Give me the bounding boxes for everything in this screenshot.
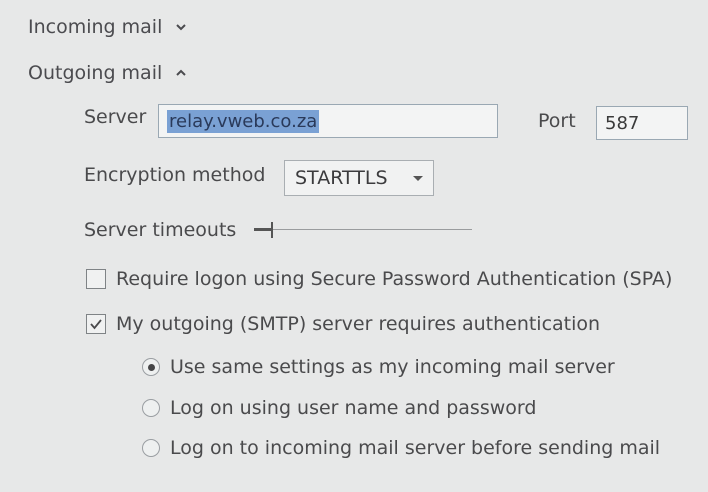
radio-logon-incoming-label: Log on to incoming mail server before se…: [170, 437, 661, 459]
radio-logon-incoming[interactable]: [142, 439, 160, 457]
radio-logon-incoming-row[interactable]: Log on to incoming mail server before se…: [142, 437, 660, 459]
server-timeouts-slider[interactable]: [254, 221, 472, 239]
slider-fill: [254, 228, 271, 231]
slider-thumb[interactable]: [271, 222, 273, 238]
server-timeouts-label: Server timeouts: [84, 219, 237, 241]
slider-track: [254, 229, 472, 230]
smtp-auth-checkbox-row[interactable]: My outgoing (SMTP) server requires authe…: [86, 313, 600, 335]
smtp-auth-checkbox[interactable]: [86, 314, 106, 334]
encryption-method-label: Encryption method: [84, 164, 266, 186]
chevron-up-icon: [176, 69, 186, 76]
outgoing-mail-header[interactable]: Outgoing mail: [28, 62, 188, 84]
encryption-method-select[interactable]: STARTTLS: [284, 160, 434, 196]
radio-same-settings-row[interactable]: Use same settings as my incoming mail se…: [142, 356, 615, 378]
radio-username-password[interactable]: [142, 399, 160, 417]
server-value: relay.vweb.co.za: [167, 109, 320, 133]
smtp-auth-checkbox-label: My outgoing (SMTP) server requires authe…: [116, 313, 601, 335]
radio-username-password-label: Log on using user name and password: [170, 397, 537, 419]
spa-checkbox-label: Require logon using Secure Password Auth…: [116, 268, 673, 290]
encryption-method-value: STARTTLS: [295, 167, 388, 189]
port-value: 587: [605, 112, 640, 134]
port-label: Port: [538, 110, 576, 132]
spa-checkbox[interactable]: [86, 269, 106, 289]
server-label: Server: [84, 106, 147, 128]
radio-selected-dot: [147, 363, 155, 371]
radio-username-password-row[interactable]: Log on using user name and password: [142, 397, 536, 419]
port-input[interactable]: 587: [596, 106, 688, 140]
outgoing-mail-title: Outgoing mail: [28, 62, 163, 84]
server-input[interactable]: relay.vweb.co.za: [158, 104, 498, 138]
incoming-mail-title: Incoming mail: [28, 16, 163, 38]
incoming-mail-header[interactable]: Incoming mail: [28, 16, 188, 38]
caret-down-icon: [413, 175, 423, 181]
chevron-down-icon: [176, 24, 187, 31]
radio-same-settings-label: Use same settings as my incoming mail se…: [170, 356, 615, 378]
spa-checkbox-row[interactable]: Require logon using Secure Password Auth…: [86, 268, 672, 290]
radio-same-settings[interactable]: [142, 358, 160, 376]
checkmark-icon: [90, 319, 102, 330]
